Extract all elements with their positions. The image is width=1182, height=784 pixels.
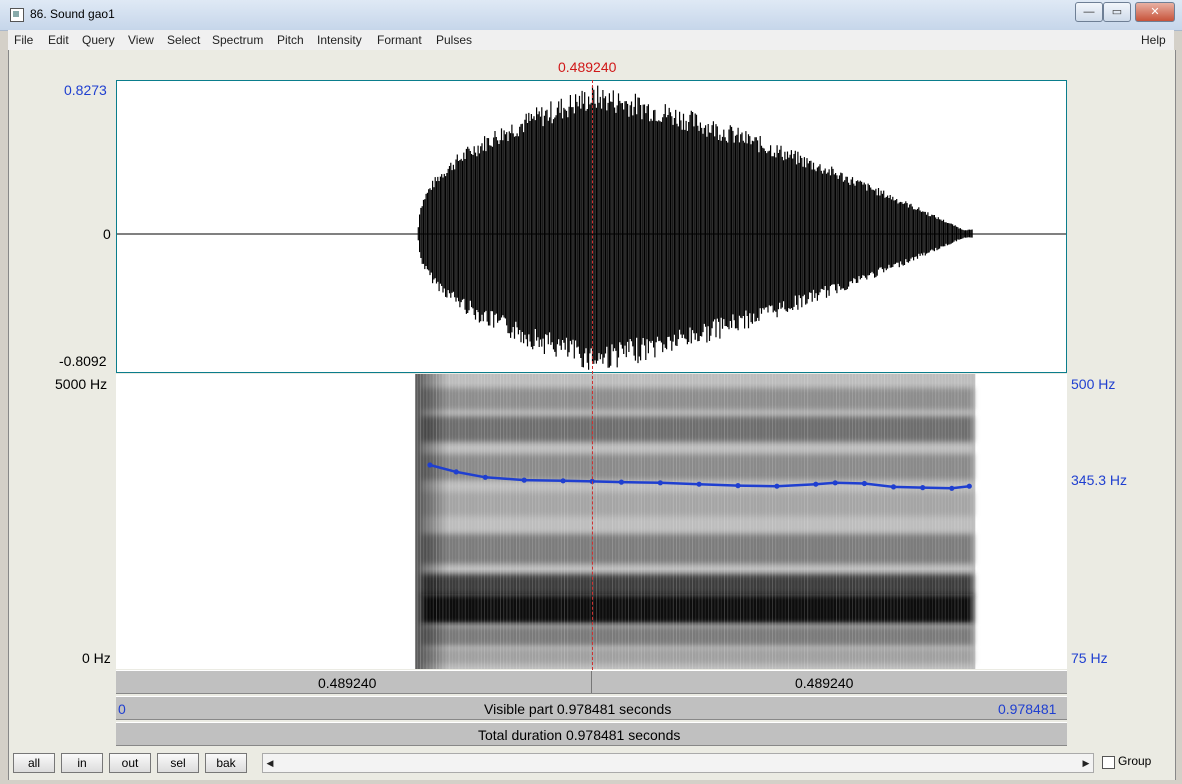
minimize-button[interactable]: — <box>1075 2 1103 22</box>
menu-intensity[interactable]: Intensity <box>317 33 362 47</box>
pitch-point <box>774 483 780 489</box>
visible-part-bar[interactable]: 0 Visible part 0.978481 seconds 0.978481 <box>116 696 1067 720</box>
time-bar-left-label: 0.489240 <box>318 675 377 691</box>
window-icon <box>10 8 24 22</box>
total-duration-label: Total duration 0.978481 seconds <box>478 727 681 743</box>
scroll-left-arrow-icon[interactable]: ◀ <box>263 754 277 772</box>
zoom-selection-button[interactable]: sel <box>157 753 199 773</box>
pitch-point <box>966 483 972 489</box>
bottom-controls: all in out sel bak ◀ ▶ Group <box>8 750 1176 780</box>
pitch-bottom-label: 75 Hz <box>1071 650 1108 666</box>
menu-view[interactable]: View <box>128 33 154 47</box>
cursor-time-label: 0.489240 <box>558 59 617 75</box>
menu-pitch[interactable]: Pitch <box>277 33 304 47</box>
zoom-out-button[interactable]: out <box>109 753 151 773</box>
menu-file[interactable]: File <box>14 33 33 47</box>
pitch-point <box>427 462 433 468</box>
zoom-back-button[interactable]: bak <box>205 753 247 773</box>
zoom-in-button[interactable]: in <box>61 753 103 773</box>
waveform-signal <box>417 85 973 370</box>
menu-bar: File Edit Query View Select Spectrum Pit… <box>8 30 1174 50</box>
scroll-right-arrow-icon[interactable]: ▶ <box>1079 754 1093 772</box>
waveform-min-label: -0.8092 <box>59 353 107 369</box>
visible-part-label: Visible part 0.978481 seconds <box>484 701 672 717</box>
waveform-zero-label: 0 <box>103 226 111 242</box>
menu-select[interactable]: Select <box>167 33 200 47</box>
menu-help[interactable]: Help <box>1141 33 1166 47</box>
visible-end-label: 0.978481 <box>998 701 1057 717</box>
pitch-point <box>890 484 897 490</box>
time-bar-right-label: 0.489240 <box>795 675 854 691</box>
time-selection-bar[interactable]: 0.489240 0.489240 <box>116 670 1067 694</box>
group-label: Group <box>1118 754 1152 768</box>
spectrogram-min-freq-label: 0 Hz <box>82 650 111 666</box>
visible-start-label: 0 <box>118 701 126 717</box>
pitch-point <box>813 481 819 487</box>
waveform-max-label: 0.8273 <box>64 82 107 98</box>
zoom-all-button[interactable]: all <box>13 753 55 773</box>
total-duration-bar[interactable]: Total duration 0.978481 seconds <box>116 722 1067 746</box>
pitch-point <box>453 469 459 475</box>
time-bar-divider <box>591 671 592 693</box>
pitch-point <box>618 479 624 485</box>
pitch-current-label: 345.3 Hz <box>1071 472 1128 488</box>
spectrogram-max-freq-label: 5000 Hz <box>55 376 108 392</box>
group-checkbox[interactable] <box>1102 756 1115 769</box>
pitch-point <box>696 481 702 487</box>
pitch-point <box>949 485 955 491</box>
menu-formant[interactable]: Formant <box>377 33 422 47</box>
menu-edit[interactable]: Edit <box>48 33 69 47</box>
title-bar: 86. Sound gao1 — ▭ ✕ <box>0 0 1182 31</box>
pitch-point <box>735 483 741 489</box>
cursor-line <box>592 80 593 670</box>
menu-query[interactable]: Query <box>82 33 115 47</box>
pitch-point <box>832 480 838 486</box>
pitch-point <box>657 480 663 486</box>
pitch-point <box>920 485 926 491</box>
pitch-point <box>560 478 566 484</box>
menu-spectrum[interactable]: Spectrum <box>212 33 263 47</box>
pitch-point <box>861 480 868 487</box>
pitch-top-label: 500 Hz <box>1071 376 1116 392</box>
pitch-point <box>482 474 488 480</box>
menu-pulses[interactable]: Pulses <box>436 33 472 47</box>
maximize-button[interactable]: ▭ <box>1103 2 1131 22</box>
pitch-point <box>521 477 527 483</box>
close-button[interactable]: ✕ <box>1135 2 1175 22</box>
praat-sound-editor-window: 86. Sound gao1 — ▭ ✕ File Edit Query Vie… <box>0 0 1182 784</box>
horizontal-scrollbar[interactable]: ◀ ▶ <box>262 753 1094 773</box>
window-title: 86. Sound gao1 <box>30 7 115 21</box>
